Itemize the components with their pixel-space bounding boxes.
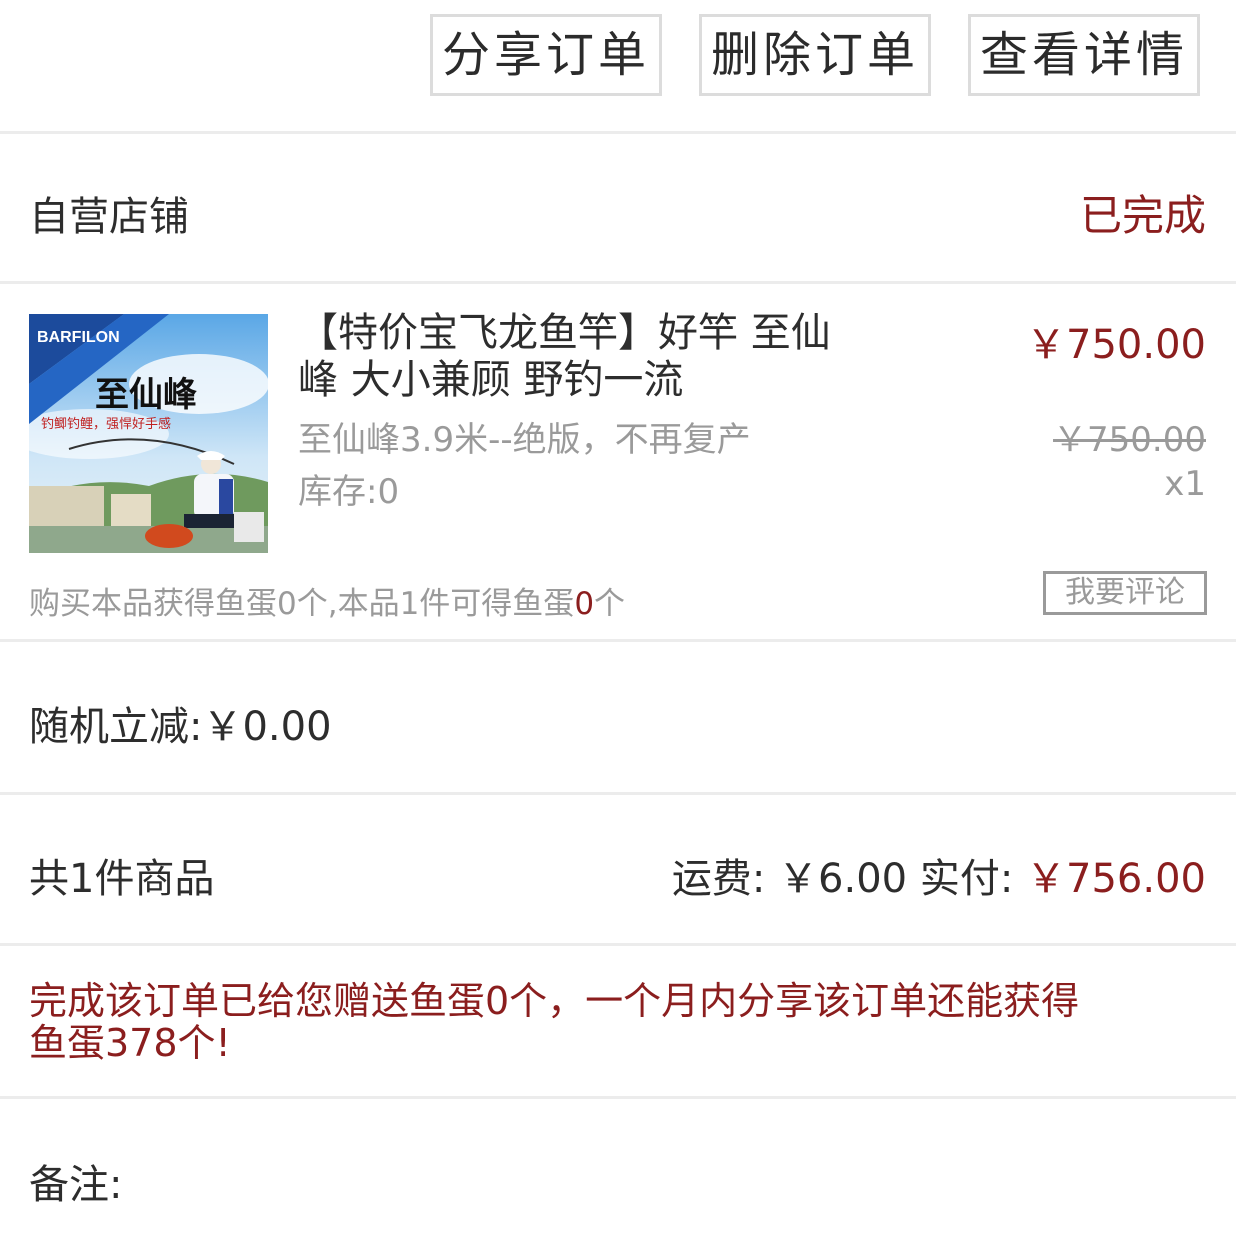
product-stock: 库存:0 xyxy=(298,472,400,512)
item-count: 共1件商品 xyxy=(29,856,215,902)
remark-label: 备注: xyxy=(29,1162,123,1208)
order-total: 运费: ￥6.00 实付: ￥756.00 xyxy=(672,846,1206,904)
paid-value: ￥756.00 xyxy=(1026,856,1206,902)
product-variant: 至仙峰3.9米--绝版，不再复产 xyxy=(298,420,751,460)
product-image-slogan: 钓鲫钓鲤，强悍好手感 xyxy=(41,416,171,431)
divider xyxy=(0,131,1236,134)
brand-logo: BARFILON xyxy=(37,329,120,346)
discount-value: ￥0.00 xyxy=(202,704,332,750)
divider xyxy=(0,943,1236,946)
reward-notice: 完成该订单已给您赠送鱼蛋0个，一个月内分享该订单还能获得 鱼蛋378个! xyxy=(29,980,1079,1064)
discount-label: 随机立减: xyxy=(29,704,203,750)
reward-count: 0 xyxy=(574,586,595,622)
share-order-button[interactable]: 分享订单 xyxy=(430,14,662,96)
random-discount: 随机立减:￥0.00 xyxy=(29,694,332,752)
product-image-title: 至仙峰 xyxy=(95,376,197,414)
product-price: ￥750.00 xyxy=(1026,322,1206,368)
paid-label: 实付: xyxy=(919,856,1014,902)
shipping-value: ￥6.00 xyxy=(778,856,908,902)
order-status: 已完成 xyxy=(1079,191,1206,240)
reward-prefix: 购买本品获得鱼蛋0个,本品1件可得鱼蛋 xyxy=(29,586,575,622)
product-title-line: 峰 大小兼顾 野钓一流 xyxy=(298,357,684,403)
divider xyxy=(0,1096,1236,1099)
product-reward-text: 购买本品获得鱼蛋0个,本品1件可得鱼蛋0个 xyxy=(29,578,625,623)
divider xyxy=(0,281,1236,284)
product-title[interactable]: 【特价宝飞龙鱼竿】好竿 至仙 峰 大小兼顾 野钓一流 xyxy=(298,310,831,404)
notice-line: 完成该订单已给您赠送鱼蛋0个，一个月内分享该订单还能获得 xyxy=(29,979,1080,1023)
notice-line: 鱼蛋378个! xyxy=(29,1021,231,1065)
divider xyxy=(0,639,1236,642)
product-title-line: 【特价宝飞龙鱼竿】好竿 至仙 xyxy=(298,310,831,356)
divider xyxy=(0,792,1236,795)
write-review-button[interactable]: 我要评论 xyxy=(1043,571,1207,615)
product-image[interactable]: BARFILON 至仙峰 钓鲫钓鲤，强悍好手感 xyxy=(29,314,268,553)
original-price: ￥750.00 xyxy=(1053,420,1206,460)
store-name[interactable]: 自营店铺 xyxy=(29,184,189,242)
delete-order-button[interactable]: 删除订单 xyxy=(699,14,931,96)
reward-suffix: 个 xyxy=(594,586,626,622)
view-details-button[interactable]: 查看详情 xyxy=(968,14,1200,96)
product-quantity: x1 xyxy=(1164,464,1206,504)
shipping-label: 运费: xyxy=(671,856,766,902)
